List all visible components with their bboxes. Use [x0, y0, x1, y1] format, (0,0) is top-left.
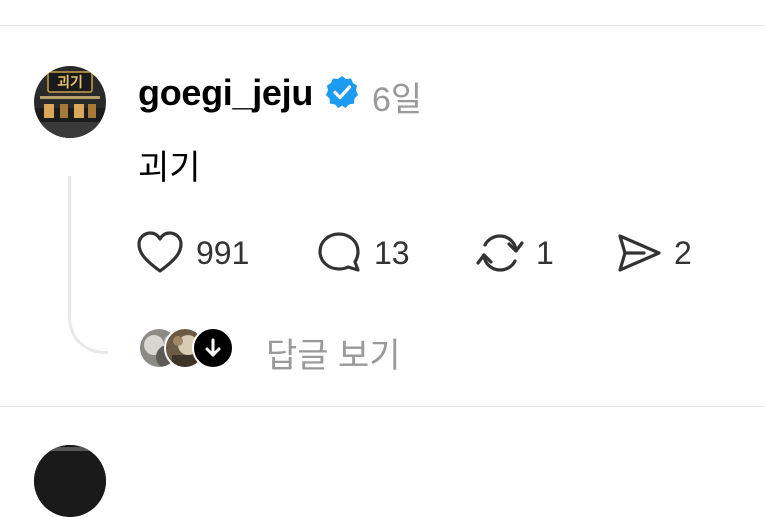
repost-button[interactable]: 1	[476, 230, 554, 276]
thread-line	[68, 176, 108, 354]
next-post-avatar[interactable]	[34, 445, 106, 517]
avatar-sign-text: 괴기	[57, 75, 83, 91]
comment-button[interactable]: 13	[316, 230, 410, 276]
username[interactable]: goegi_jeju	[138, 72, 313, 114]
view-replies-link[interactable]: 답글 보기	[266, 328, 401, 377]
comment-bubble-icon	[318, 232, 360, 272]
post-text: 괴기	[138, 149, 201, 187]
heart-icon	[137, 231, 183, 273]
bottom-divider	[0, 406, 765, 407]
repost-count: 1	[536, 234, 554, 271]
share-count: 2	[674, 234, 692, 271]
like-button[interactable]: 991	[136, 230, 249, 276]
comment-count: 13	[374, 234, 410, 271]
post-age: 6일	[372, 81, 423, 119]
arrow-down-icon[interactable]	[192, 327, 234, 369]
top-divider	[0, 25, 765, 26]
paper-plane-icon	[618, 234, 661, 272]
avatar[interactable]: 괴기	[34, 66, 106, 138]
like-count: 991	[196, 234, 250, 271]
repost-icon	[476, 234, 524, 272]
share-button[interactable]: 2	[616, 230, 692, 276]
avatar-image: 괴기	[34, 66, 106, 138]
verified-badge-icon	[324, 74, 360, 110]
